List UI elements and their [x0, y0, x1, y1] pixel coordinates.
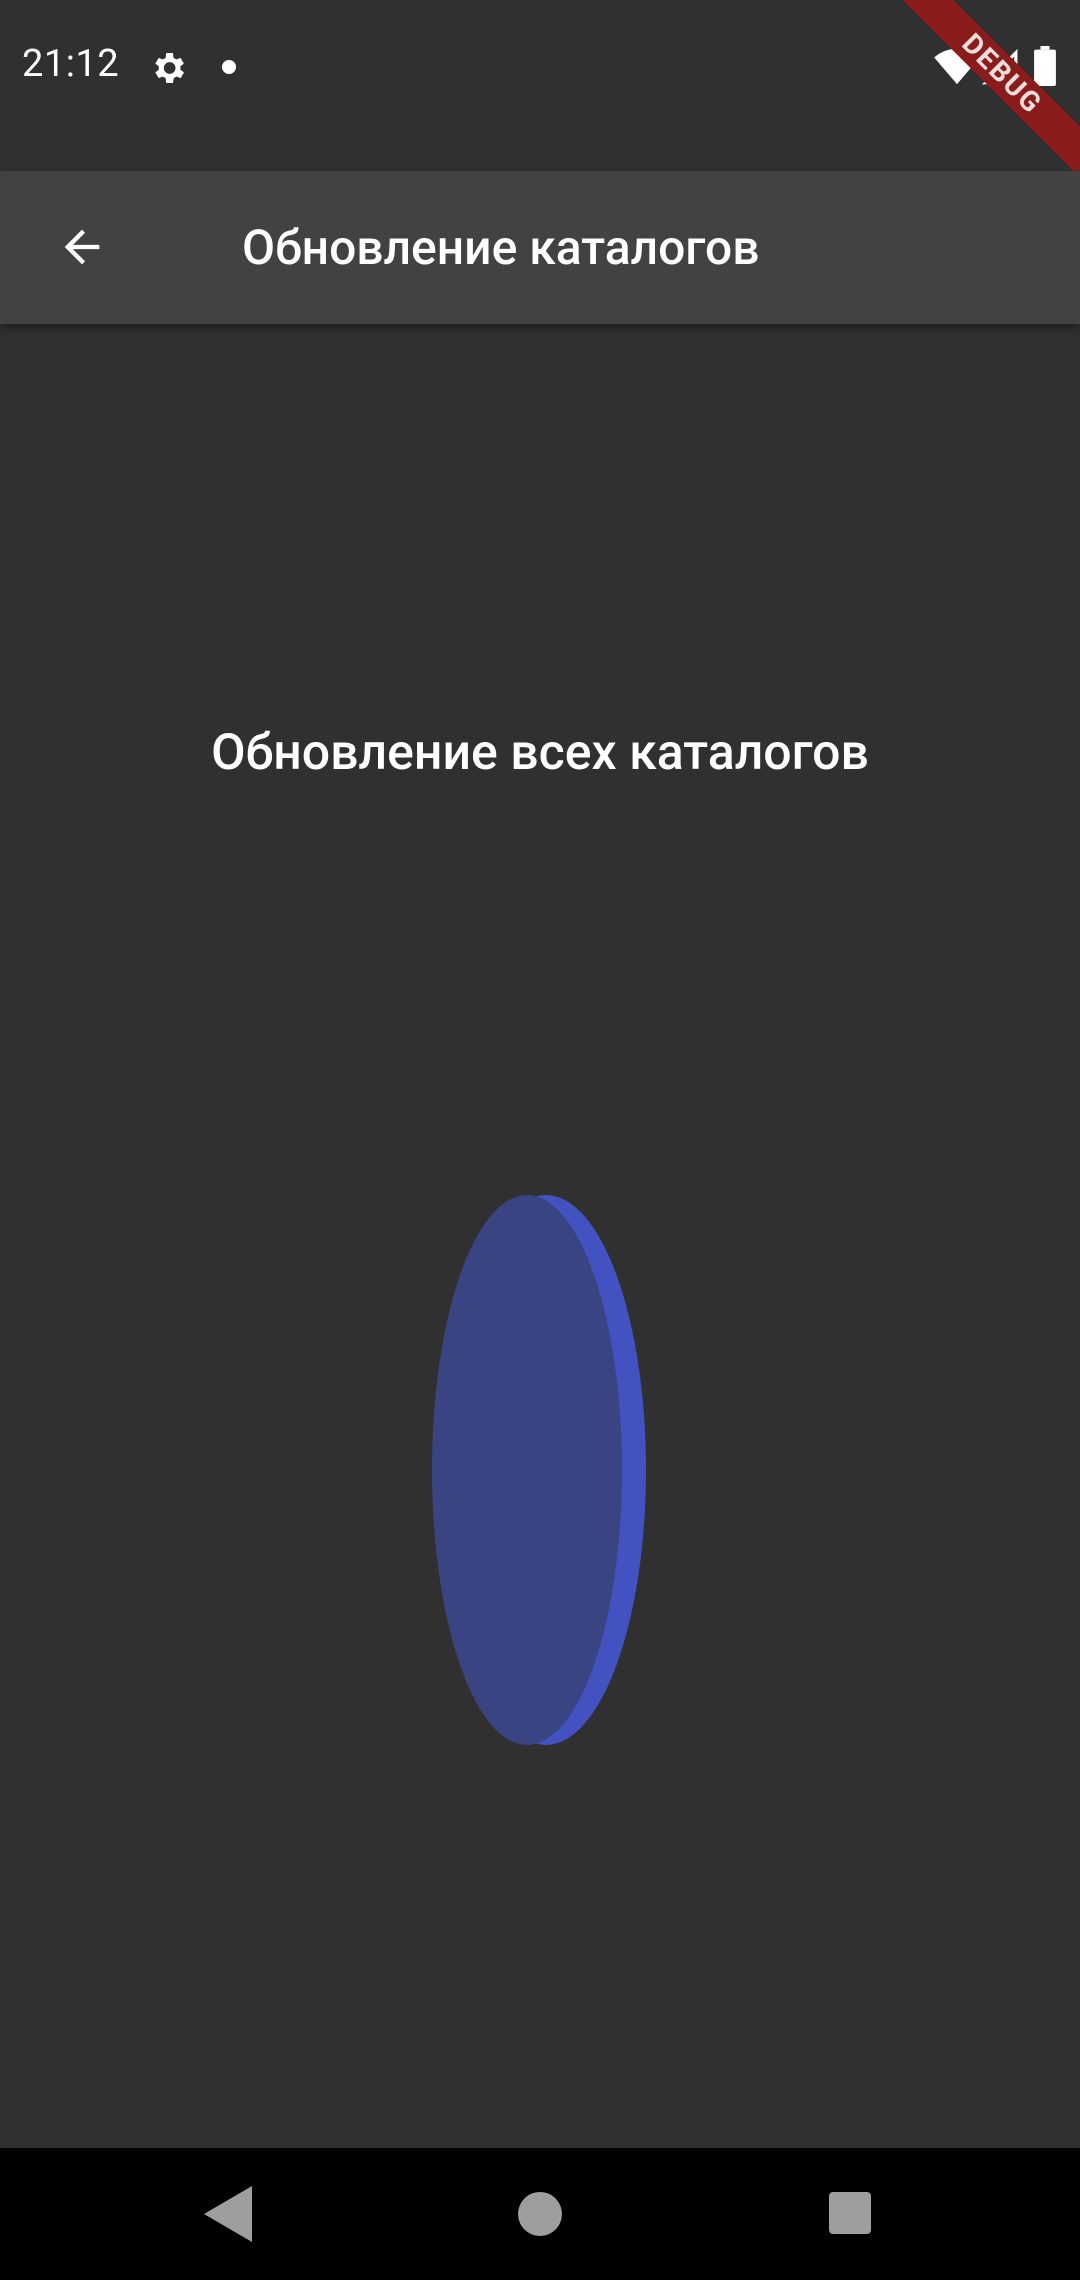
nav-recents-icon[interactable] [829, 2192, 871, 2234]
notification-dot-icon [222, 60, 236, 74]
content-heading: Обновление всех каталогов [211, 724, 869, 782]
status-bar: 21:12 [0, 0, 1080, 171]
battery-icon [1034, 46, 1056, 86]
app-bar: Обновление каталогов [0, 171, 1080, 324]
gear-icon [155, 53, 184, 83]
arrow-back-icon [64, 229, 100, 265]
nav-home-icon[interactable] [518, 2192, 562, 2236]
screen: 21:12 DEBUG Обновление каталогов Обновле… [0, 0, 1080, 2280]
navigation-bar [0, 2148, 1080, 2280]
page-title: Обновление каталогов [242, 219, 760, 276]
back-button[interactable] [36, 201, 128, 293]
signal-icon [981, 48, 1018, 85]
wifi-icon [934, 48, 980, 85]
nav-back-icon[interactable] [204, 2186, 252, 2242]
flipping-coin-spinner-icon [432, 1195, 646, 1745]
status-time: 21:12 [22, 42, 120, 86]
